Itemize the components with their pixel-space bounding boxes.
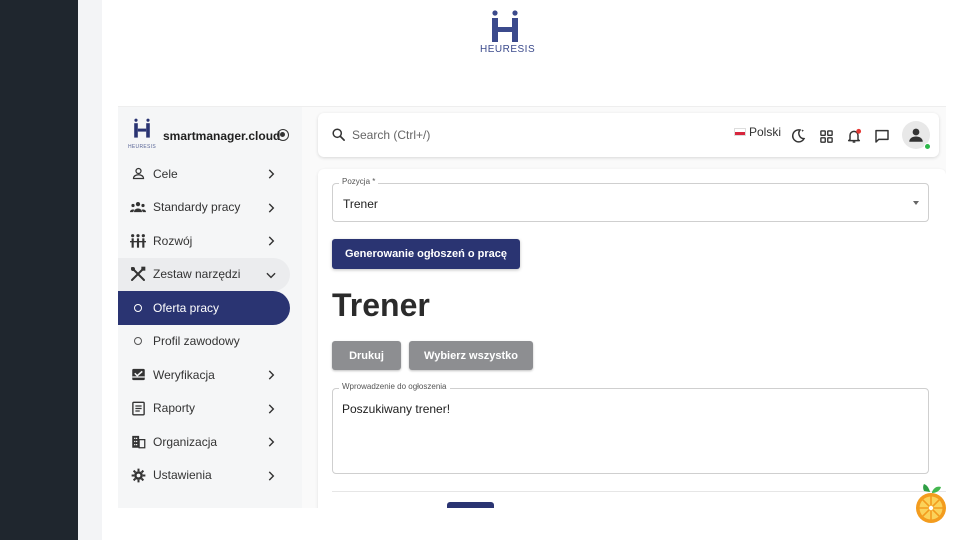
page-title: Trener — [332, 287, 430, 323]
apps-grid-icon[interactable] — [817, 127, 835, 145]
inbox-check-icon — [130, 367, 146, 383]
sidebar-item-raporty[interactable]: Raporty — [118, 392, 290, 426]
orange-logo-icon — [916, 484, 946, 523]
sidebar: HEURESIS smartmanager.cloud Cele Standar… — [118, 107, 302, 508]
brand-name: HEURESIS — [480, 44, 536, 55]
generate-job-ads-button[interactable]: Generowanie ogłoszeń o pracę — [332, 239, 520, 269]
sidebar-item-ustawienia[interactable]: Ustawienia — [118, 459, 290, 493]
poland-flag-icon — [734, 128, 746, 136]
heuresis-logo: HEURESIS — [480, 10, 536, 55]
sidebar-pin-toggle[interactable] — [277, 129, 289, 141]
language-label: Polski — [749, 125, 782, 139]
select-all-button[interactable]: Wybierz wszystko — [409, 341, 533, 370]
top-bar: Polski — [318, 113, 939, 157]
person-icon — [130, 166, 146, 182]
sidebar-item-rozwoj[interactable]: Rozwój — [118, 224, 290, 258]
intro-label: Wprowadzenie do ogłoszenia — [339, 382, 450, 391]
user-avatar[interactable] — [902, 121, 931, 150]
chevron-right-icon — [268, 236, 275, 246]
sidebar-brand-name: HEURESIS — [128, 144, 156, 150]
sidebar-item-cele[interactable]: Cele — [118, 157, 290, 191]
search-input[interactable] — [352, 125, 652, 145]
sidebar-item-label: Organizacja — [153, 434, 218, 449]
chat-icon[interactable] — [873, 127, 891, 145]
sidebar-item-oferta-pracy[interactable]: Oferta pracy — [118, 291, 290, 325]
chevron-right-icon — [268, 202, 275, 213]
sidebar-item-weryfikacja[interactable]: Weryfikacja — [118, 358, 290, 392]
sidebar-item-label: Zestaw narzędzi — [153, 267, 241, 282]
language-switcher[interactable]: Polski — [734, 125, 781, 139]
user-icon — [909, 128, 923, 142]
sidebar-item-profil-zawodowy[interactable]: Profil zawodowy — [118, 325, 290, 359]
sidebar-item-label: Weryfikacja — [153, 367, 215, 382]
sidebar-item-label: Standardy pracy — [153, 200, 241, 215]
sidebar-item-organizacja[interactable]: Organizacja — [118, 425, 290, 459]
sidebar-logo[interactable]: HEURESIS — [128, 117, 156, 150]
circle-icon — [130, 303, 146, 312]
sidebar-item-zestaw-narzedzi[interactable]: Zestaw narzędzi — [118, 257, 290, 291]
content-card: Pozycja * Trener Generowanie ogłoszeń o … — [318, 169, 946, 508]
heuresis-mark-icon — [134, 118, 150, 138]
sidebar-item-label: Oferta pracy — [153, 300, 220, 315]
section-action-button[interactable] — [447, 502, 494, 508]
chevron-right-icon — [268, 169, 275, 179]
theme-toggle-moon-icon[interactable] — [789, 127, 807, 145]
print-button[interactable]: Drukuj — [332, 341, 401, 370]
heuresis-mark-icon — [492, 10, 518, 42]
sidebar-item-label: Rozwój — [153, 233, 193, 248]
sidebar-item-standardy-pracy[interactable]: Standardy pracy — [118, 191, 290, 225]
left-gutter — [78, 0, 102, 540]
report-icon — [130, 400, 146, 416]
chevron-right-icon — [268, 370, 275, 380]
tools-icon — [130, 266, 146, 282]
development-icon — [130, 233, 146, 249]
chevron-right-icon — [268, 403, 275, 414]
chevron-down-icon — [266, 272, 276, 278]
building-icon — [130, 434, 146, 450]
sidebar-header: HEURESIS smartmanager.cloud — [118, 107, 302, 159]
app-window: HEURESIS smartmanager.cloud Cele Standar… — [118, 106, 946, 508]
sidebar-item-label: Profil zawodowy — [153, 334, 240, 349]
gear-icon — [130, 467, 146, 483]
chevron-right-icon — [268, 437, 275, 447]
dropdown-arrow-icon — [913, 201, 919, 205]
site-title: smartmanager.cloud — [163, 129, 281, 143]
sidebar-item-label: Ustawienia — [153, 468, 212, 483]
sidebar-nav: Cele Standardy pracy Rozwój Zestaw narzę… — [118, 157, 302, 492]
intro-textarea[interactable]: Wprowadzenie do ogłoszenia Poszukiwany t… — [332, 382, 929, 474]
group-icon — [130, 199, 146, 215]
position-value: Trener — [343, 197, 378, 211]
online-status-dot — [924, 143, 931, 150]
section-label-cropped — [368, 505, 428, 508]
position-select[interactable]: Pozycja * Trener — [332, 177, 929, 222]
notifications-bell-icon[interactable] — [845, 127, 863, 145]
position-label: Pozycja * — [339, 177, 379, 186]
sidebar-item-label: Cele — [153, 166, 178, 181]
search-icon[interactable] — [331, 127, 346, 142]
left-dark-panel — [0, 0, 78, 540]
lower-section — [332, 491, 946, 508]
intro-value: Poszukiwany trener! — [342, 402, 451, 416]
chevron-right-icon — [268, 470, 275, 481]
sidebar-item-label: Raporty — [153, 401, 196, 416]
circle-icon — [130, 337, 146, 346]
